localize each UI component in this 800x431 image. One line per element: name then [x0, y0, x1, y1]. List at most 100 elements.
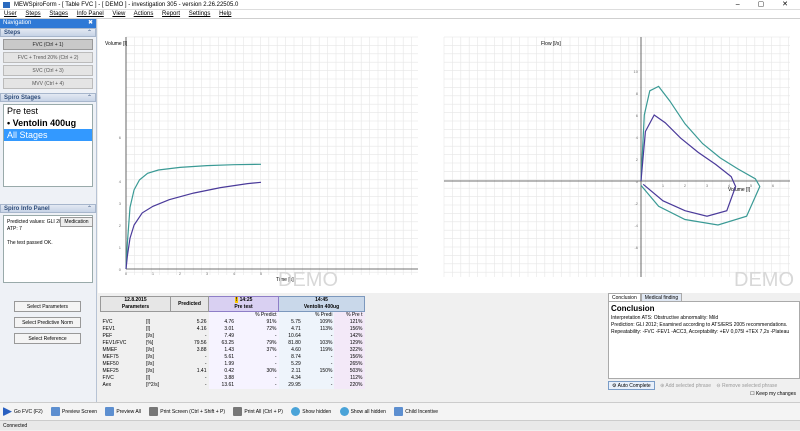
ventolin-vs-pre-percent: 220% — [334, 382, 365, 389]
param-name: MEF50 — [102, 361, 119, 367]
pre-test-value: 0.42 — [208, 368, 237, 375]
print-all-button[interactable]: Print All (Ctrl + P) — [233, 403, 283, 421]
x-tick-label: 5 — [260, 271, 263, 276]
date-header: 12.8.2015 Parameters — [100, 296, 171, 312]
medication-button[interactable]: Medication — [60, 217, 93, 227]
flow-volume-chart[interactable]: 1086420-2-4-61 2 3 4 5 6 Flow [l/s] Volume [l… — [438, 21, 798, 291]
remove-phrase-button[interactable]: ⊖ Remove selected phrase — [716, 383, 777, 389]
ventolin-header[interactable]: 14:45 Ventolin 400ug — [278, 296, 365, 312]
show-all-hidden-button[interactable]: Show all hidden — [339, 403, 386, 421]
table-row: MEF50 [l/s] -1.99-5.29-265% — [101, 361, 365, 368]
steps-title: Steps — [4, 30, 21, 36]
menu-info-panel[interactable]: Info Panel — [77, 11, 104, 17]
predicted-value: - — [204, 333, 207, 339]
collapse-icon[interactable]: ⌃ — [87, 29, 92, 37]
param-unit: [l] — [146, 326, 150, 332]
menu-help[interactable]: Help — [219, 11, 231, 17]
menu-report[interactable]: Report — [162, 11, 180, 17]
pre-test-header[interactable]: ! 14:25 Pre test — [208, 296, 279, 312]
select-parameters-button[interactable]: Select Parameters — [14, 301, 81, 312]
spiro-stages-title: Spiro Stages — [4, 95, 41, 101]
menu-steps[interactable]: Steps — [25, 11, 40, 17]
predicted-value: 5.26 — [196, 319, 207, 325]
y-tick-label: 10 — [634, 69, 639, 74]
eye-icon — [291, 407, 301, 417]
eye-icon — [339, 407, 349, 417]
preview-all-icon — [105, 407, 115, 417]
ventolin-value: 10.64 — [278, 333, 303, 340]
y-tick-label: 4 — [119, 179, 122, 184]
predicted-value: 79.56 — [193, 340, 207, 346]
y-tick-label: 6 — [636, 113, 639, 118]
x-tick-label: 1 — [662, 183, 665, 188]
ventolin-vs-pre-percent: 121% — [334, 319, 365, 326]
preview-screen-button[interactable]: Preview Screen — [51, 403, 97, 421]
conclusion-text: Interpretation ATS: Obstructive abnormal… — [611, 315, 797, 336]
table-row: FEV1 [l] 4.16 3.01 72% 4.71 113% 156% — [101, 326, 365, 333]
volume-time-y-label: Volume [l] — [105, 41, 128, 47]
show-hidden-button[interactable]: Show hidden — [291, 403, 331, 421]
print-all-label: Print All (Ctrl + P) — [244, 409, 283, 415]
child-incentive-button[interactable]: Child Incentive — [394, 403, 438, 421]
conclusion-title: Conclusion — [611, 304, 655, 313]
keep-changes-checkbox[interactable]: ☐ Keep my changes — [750, 391, 796, 397]
spiro-info-header[interactable]: Spiro Info Panel ⌃ — [0, 204, 96, 213]
info-line: ATP: 7 — [7, 226, 22, 232]
collapse-icon[interactable]: ⌃ — [87, 94, 92, 102]
stage-item-pre-test[interactable]: Pre test — [4, 105, 92, 117]
preview-all-button[interactable]: Preview All — [105, 403, 141, 421]
select-reference-button[interactable]: Select Reference — [14, 333, 81, 344]
pre-test-percent: - — [236, 333, 279, 340]
menu-user[interactable]: User — [4, 11, 17, 17]
menu-settings[interactable]: Settings — [189, 11, 211, 17]
warning-icon: ! — [234, 297, 239, 303]
collapse-icon[interactable]: ⌃ — [87, 205, 92, 213]
ventolin-percent: - — [302, 354, 335, 361]
menu-stages[interactable]: Stages — [49, 11, 68, 17]
param-name: FVC — [102, 319, 113, 325]
pre-test-value: 5.61 — [208, 354, 237, 361]
add-phrase-button[interactable]: ⊕ Add selected phrase — [660, 383, 711, 389]
app-icon — [3, 2, 10, 8]
ventolin-value: 4.60 — [278, 347, 303, 354]
pre-test-value: 3.01 — [208, 326, 237, 333]
ventolin-percent: 113% — [302, 326, 335, 333]
stage-item-ventolin[interactable]: • Ventolin 400ug — [4, 117, 92, 129]
add-phrase-label: Add selected phrase — [665, 383, 711, 389]
stage-item-all-stages[interactable]: All Stages — [4, 129, 92, 141]
steps-header[interactable]: Steps ⌃ — [0, 28, 96, 37]
ventolin-value: 4.34 — [278, 375, 303, 382]
pin-icon[interactable]: ✖ — [88, 19, 93, 28]
ventolin-percent: - — [302, 375, 335, 382]
results-area: 12.8.2015 Parameters Predicted ! 14:25 P… — [98, 293, 800, 402]
print-screen-button[interactable]: Print Screen (Ctrl + Shift + P) — [149, 403, 225, 421]
y-tick-label: 3 — [119, 201, 122, 206]
param-name: MEF75 — [102, 354, 119, 360]
step-svc-button[interactable]: SVC (Ctrl + 3) — [3, 65, 93, 76]
step-mvv-button[interactable]: MVV (Ctrl + 4) — [3, 78, 93, 89]
spiro-stages-header[interactable]: Spiro Stages ⌃ — [0, 93, 96, 102]
x-tick-label: 1 — [152, 271, 155, 276]
volume-time-chart[interactable]: 6432100 1 2 3 4 5 Volume [l] Time [s] DEMO — [98, 21, 428, 291]
go-fvc-button[interactable]: Go FVC (F2) — [3, 403, 43, 421]
menu-view[interactable]: View — [112, 11, 125, 17]
predicted-value: 3.88 — [196, 347, 207, 353]
pre-test-percent: 72% — [236, 326, 279, 333]
predicted-header: Predicted — [170, 296, 209, 312]
conclusion-tabs: Conclusion Medical finding — [608, 293, 800, 302]
printer-icon — [149, 407, 159, 417]
conclusion-text-area[interactable]: Conclusion Interpretation ATS: Obstructi… — [608, 301, 800, 379]
menu-actions[interactable]: Actions — [134, 11, 154, 17]
vent-pct-header: % Predi — [302, 311, 335, 319]
window-controls[interactable]: – ▢ ✕ — [736, 0, 796, 10]
keep-changes-label: Keep my changes — [755, 391, 796, 397]
ventolin-value: 2.11 — [278, 368, 303, 375]
ventolin-value: 8.74 — [278, 354, 303, 361]
select-predictive-norm-button[interactable]: Select Predictive Norm — [14, 317, 81, 328]
step-fvc-button[interactable]: FVC (Ctrl + 1) — [3, 39, 93, 50]
ventolin-percent: - — [302, 333, 335, 340]
step-fvc-trend-button[interactable]: FVC + Trend 20% (Ctrl + 2) — [3, 52, 93, 63]
auto-complete-button[interactable]: ⚙ Auto Complete — [608, 381, 655, 390]
param-unit: [l] — [146, 375, 150, 381]
conclusion-line: Interpretation ATS: Obstructive abnormal… — [611, 315, 719, 321]
